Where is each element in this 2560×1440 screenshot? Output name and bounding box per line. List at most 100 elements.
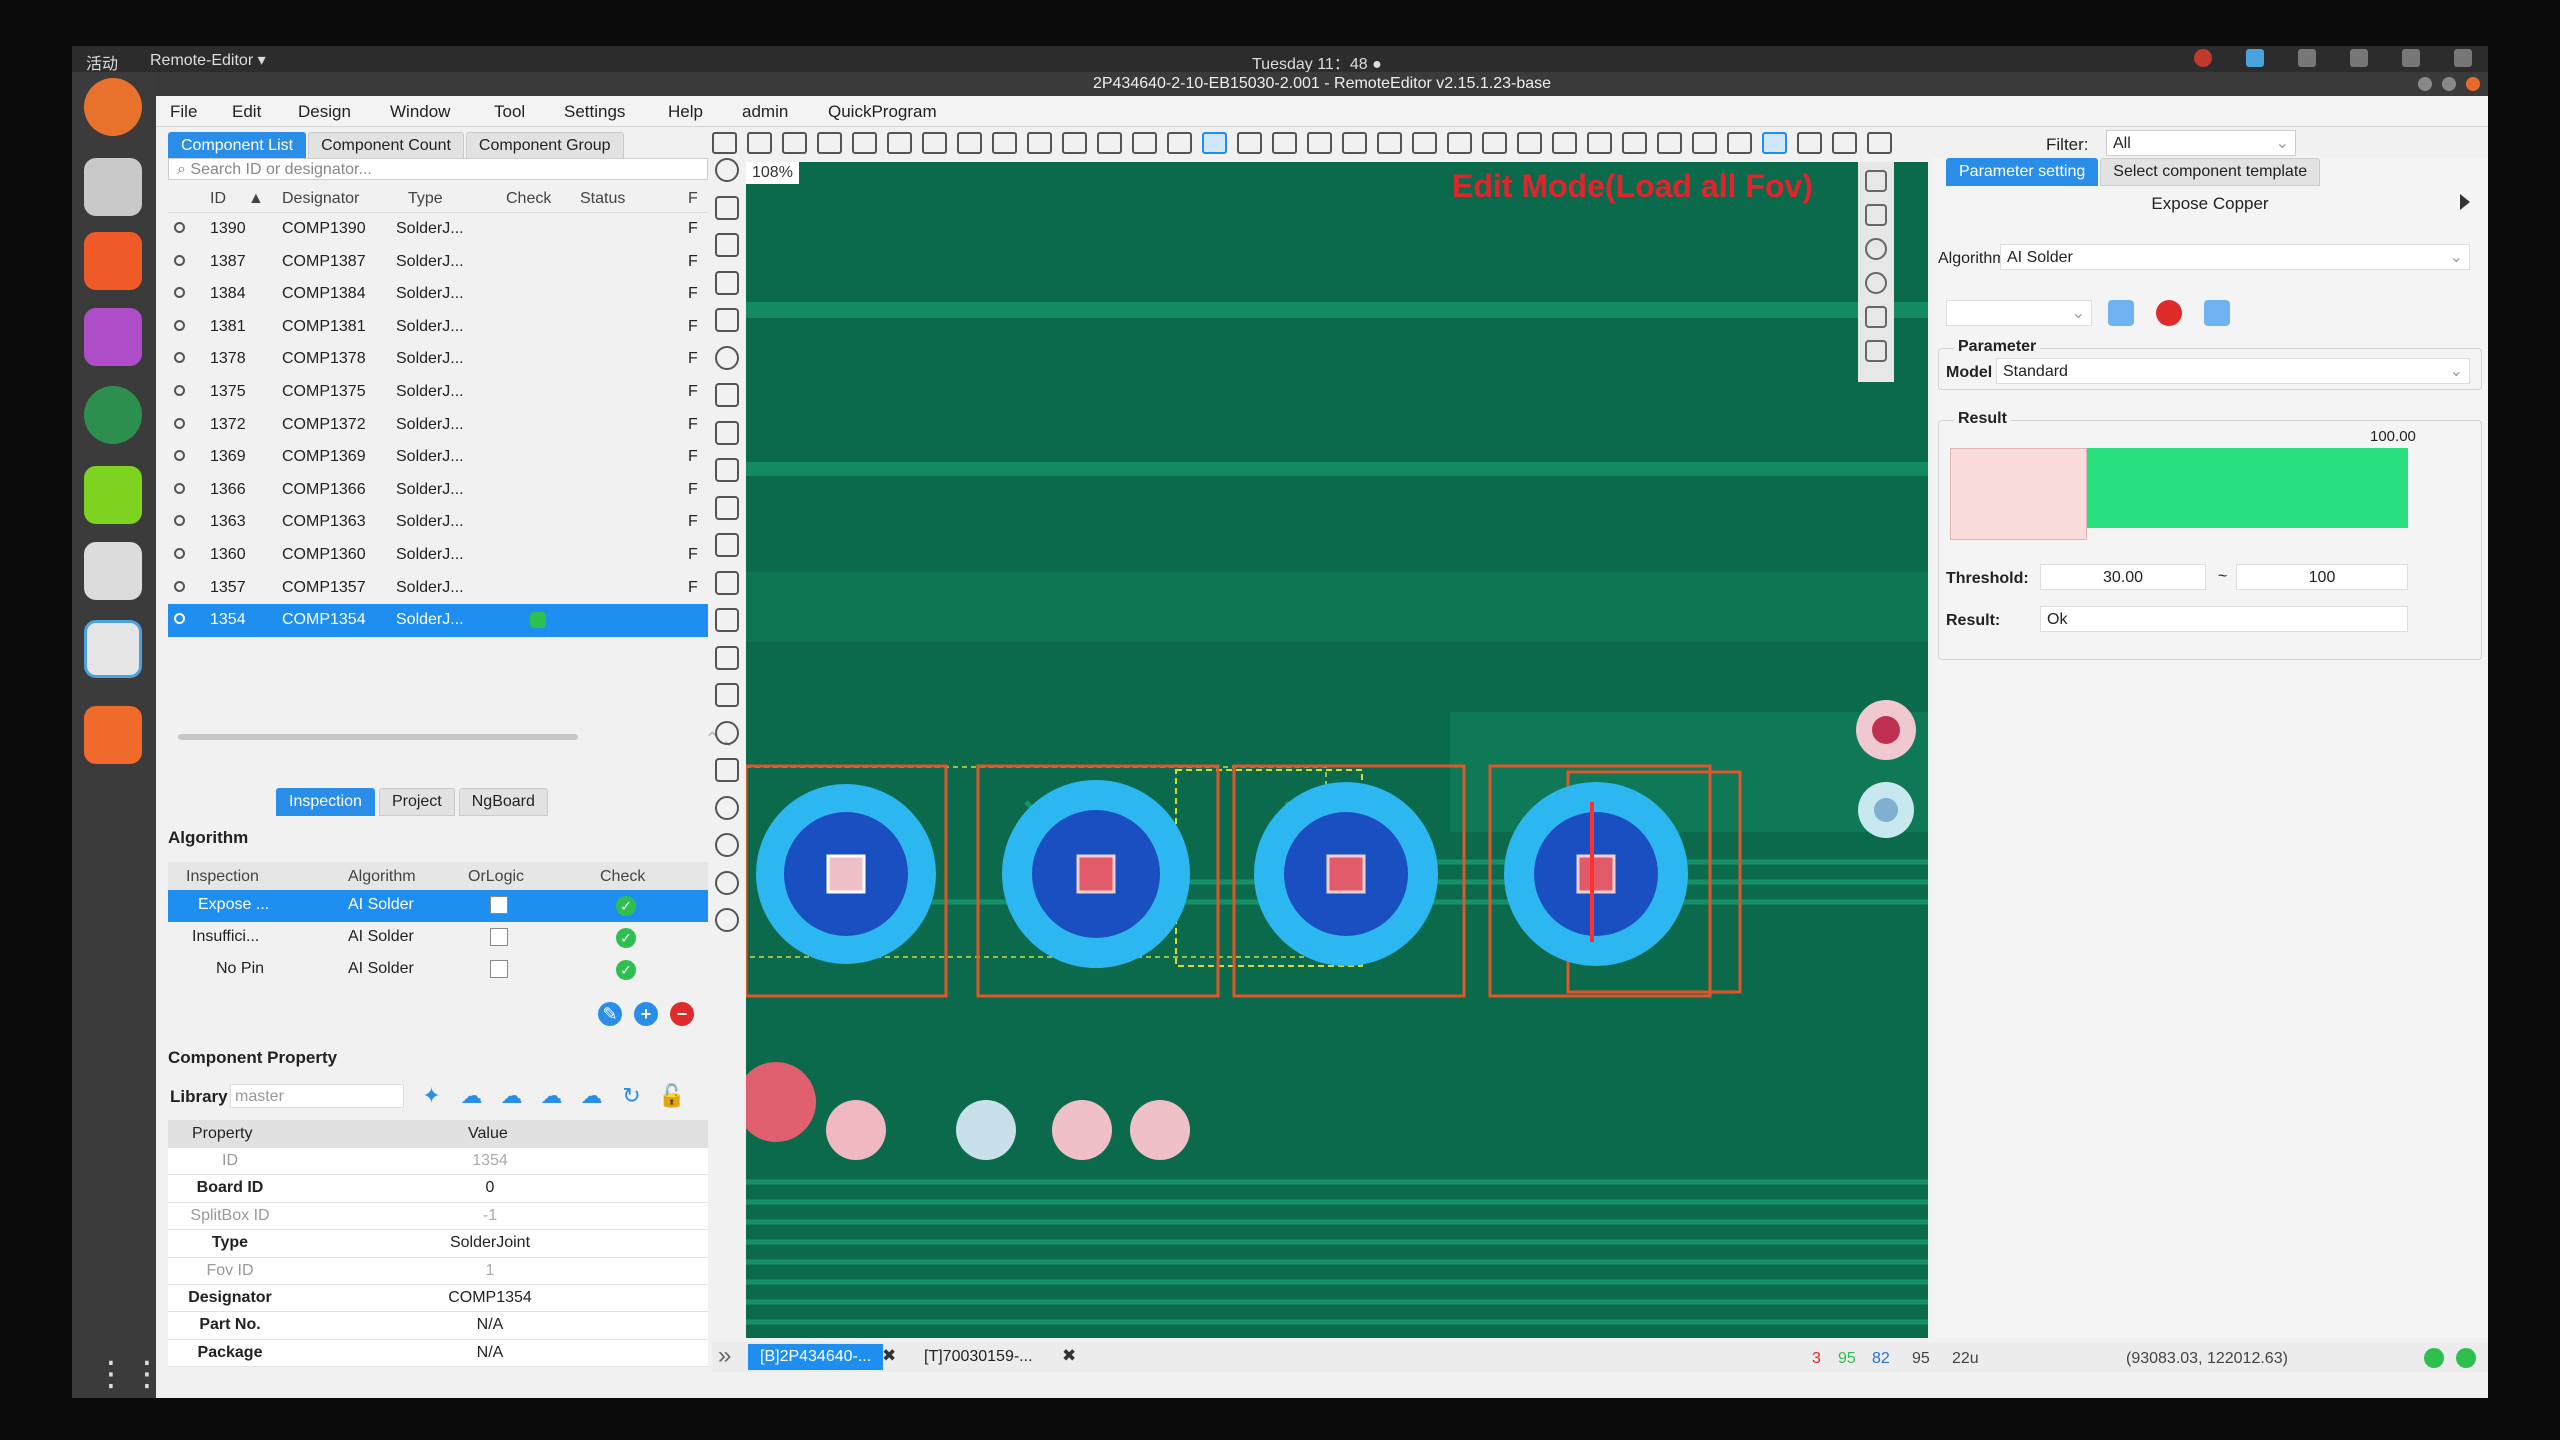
cursor-tool-icon[interactable]	[715, 195, 739, 220]
wand-icon[interactable]: ✦	[418, 1084, 445, 1108]
settings-icon[interactable]	[1062, 132, 1087, 154]
expand-row-icon[interactable]	[174, 384, 185, 396]
keyboard-icon[interactable]	[2298, 49, 2316, 67]
probe-icon[interactable]	[1482, 132, 1507, 154]
zoom-fit-icon[interactable]	[1097, 132, 1122, 154]
property-row[interactable]: ID 1354	[168, 1148, 708, 1176]
expand-row-icon[interactable]	[174, 515, 185, 527]
expand-row-icon[interactable]	[174, 417, 185, 429]
network-icon[interactable]	[2350, 49, 2368, 67]
camera-icon[interactable]	[84, 542, 142, 600]
ellipse-tool-icon[interactable]	[715, 533, 739, 557]
orlogic-checkbox[interactable]	[490, 960, 508, 978]
property-row[interactable]: Package N/A	[168, 1339, 708, 1368]
ring-tool-icon[interactable]	[715, 870, 739, 895]
expand-row-icon[interactable]	[174, 352, 185, 364]
page-tool-icon[interactable]	[715, 233, 739, 257]
table-icon[interactable]	[1307, 132, 1332, 154]
cut-icon[interactable]	[887, 132, 912, 154]
zoom-select-icon[interactable]	[1202, 132, 1227, 154]
edit-algorithm-button[interactable]: ✎	[598, 1002, 622, 1026]
merge-icon[interactable]	[1447, 132, 1472, 154]
list-horizontal-scrollbar[interactable]	[178, 734, 578, 740]
tab-inspection[interactable]: Inspection	[276, 788, 375, 816]
fullscreen-icon[interactable]	[1865, 204, 1887, 226]
expand-icon[interactable]: »	[718, 1342, 731, 1370]
app-icon[interactable]	[84, 466, 142, 524]
barcode-tool-icon[interactable]	[715, 270, 739, 295]
tab-component-count[interactable]: Component Count	[308, 132, 464, 160]
expand-row-icon[interactable]	[174, 482, 185, 494]
zoom-out-icon[interactable]	[1865, 272, 1887, 294]
circle-tool-icon[interactable]	[1622, 132, 1647, 154]
model-select[interactable]: Standard ⌄	[1996, 358, 2470, 384]
remove-algorithm-button[interactable]: −	[670, 1002, 694, 1026]
board-tab-bottom[interactable]: [B]2P434640-...	[748, 1344, 884, 1370]
tab-component-list[interactable]: Component List	[168, 132, 307, 160]
add-algorithm-button[interactable]: +	[634, 1002, 658, 1026]
clock[interactable]: Tuesday 11：48 ●	[1252, 50, 1382, 74]
list-icon[interactable]	[1727, 132, 1752, 154]
tab-select-template[interactable]: Select component template	[2100, 158, 2321, 186]
menu-design[interactable]: Design	[298, 102, 351, 122]
activities-label[interactable]: 活动	[86, 50, 118, 74]
remote-editor-icon[interactable]	[84, 620, 142, 678]
menu-edit[interactable]: Edit	[232, 102, 261, 122]
table-row[interactable]: 1381 COMP1381 SolderJ... F	[168, 311, 708, 344]
swap-icon[interactable]	[1865, 340, 1887, 362]
split-icon[interactable]	[1342, 132, 1367, 154]
list-alt-icon[interactable]	[1797, 132, 1822, 154]
col-status[interactable]: Status	[580, 190, 625, 208]
save-icon[interactable]	[2108, 300, 2134, 326]
frame-tool-icon[interactable]	[715, 420, 739, 445]
zoom-in-icon[interactable]	[1865, 238, 1887, 260]
col-check[interactable]: Check	[506, 190, 551, 208]
threshold-low-input[interactable]: 30.00	[2040, 564, 2206, 590]
property-row[interactable]: Type SolderJoint	[168, 1230, 708, 1258]
cloud-download-icon[interactable]: ☁	[538, 1084, 565, 1108]
rect-wide-tool-icon[interactable]	[715, 383, 739, 407]
stamp-icon[interactable]	[1517, 132, 1542, 154]
orlogic-checkbox[interactable]	[490, 928, 508, 946]
board-tab-top[interactable]: [T]70030159-...	[912, 1344, 1045, 1370]
dial-tool-icon[interactable]	[715, 833, 739, 857]
firefox-icon[interactable]	[84, 78, 142, 136]
image-icon[interactable]	[1657, 132, 1682, 154]
app-menu-label[interactable]: Remote-Editor ▾	[150, 50, 266, 70]
col-f[interactable]: F	[688, 190, 698, 208]
menu-settings[interactable]: Settings	[564, 102, 625, 122]
menu-quickprogram[interactable]: QuickProgram	[828, 102, 937, 122]
tab-ngboard[interactable]: NgBoard	[458, 788, 548, 816]
grid-icon[interactable]	[1865, 306, 1887, 328]
property-row[interactable]: Designator COMP1354	[168, 1284, 708, 1313]
menu-tool[interactable]: Tool	[494, 102, 525, 122]
column-icon[interactable]	[1377, 132, 1402, 154]
sort-up-icon[interactable]: ▲	[248, 190, 264, 208]
ruler-tool-icon[interactable]	[715, 458, 739, 482]
pad-tool-icon[interactable]	[715, 645, 739, 670]
search-input[interactable]: ⌕ Search ID or designator...	[168, 158, 708, 180]
maximize-icon[interactable]	[2442, 77, 2456, 91]
algorithm-select[interactable]: AI Solder ⌄	[2000, 244, 2470, 270]
save-icon[interactable]	[852, 132, 877, 154]
delete-icon[interactable]	[2156, 300, 2182, 326]
crosshair-tool-icon[interactable]	[715, 158, 739, 182]
grid-select-icon[interactable]	[1132, 132, 1157, 154]
col-id[interactable]: ID	[210, 190, 226, 208]
battery-icon[interactable]	[2454, 49, 2472, 67]
tab-parameter-setting[interactable]: Parameter setting	[1946, 158, 2099, 186]
import-icon[interactable]	[747, 132, 772, 154]
expand-row-icon[interactable]	[174, 450, 185, 462]
media-player-icon[interactable]	[84, 232, 142, 290]
expand-row-icon[interactable]	[174, 319, 185, 331]
unlock-icon[interactable]: 🔓	[658, 1084, 685, 1108]
property-row[interactable]: Part No. N/A	[168, 1312, 708, 1340]
tab-project[interactable]: Project	[378, 788, 455, 816]
save-as-icon[interactable]	[2204, 300, 2230, 326]
expand-row-icon[interactable]	[174, 222, 185, 233]
resize-icon[interactable]	[1832, 132, 1857, 154]
expand-row-icon[interactable]	[174, 613, 185, 625]
expand-row-icon[interactable]	[174, 580, 185, 592]
algorithm-row-expose[interactable]: Expose ... AI Solder ✓	[168, 890, 708, 922]
move-icon[interactable]	[1762, 132, 1787, 154]
